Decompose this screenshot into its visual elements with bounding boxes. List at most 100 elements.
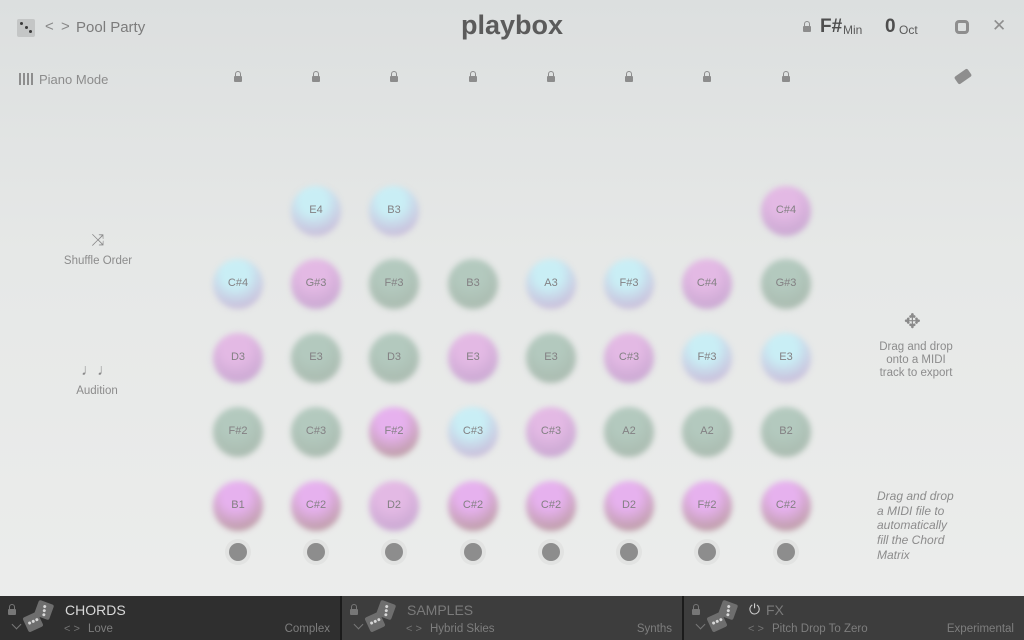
lock-icon[interactable] bbox=[692, 604, 700, 617]
key-lock-icon[interactable] bbox=[803, 21, 811, 34]
chord-note-label[interactable]: C#4 bbox=[677, 277, 737, 289]
app-logo: playbox bbox=[460, 10, 564, 40]
column-lock-icon[interactable] bbox=[625, 71, 633, 84]
chord-note-label[interactable]: F#3 bbox=[364, 277, 424, 289]
export-hint-line: onto a MIDI bbox=[886, 354, 946, 366]
chord-note-label[interactable]: F#3 bbox=[599, 277, 659, 289]
lock-icon[interactable] bbox=[350, 604, 358, 617]
fx-panel[interactable]: ⏻ FX < > Pitch Drop To Zero Experimental bbox=[684, 596, 1024, 640]
chord-note-label[interactable]: C#2 bbox=[286, 499, 346, 511]
shuffle-order-button[interactable]: ⤨ Shuffle Order bbox=[43, 232, 153, 267]
column-lock-icon[interactable] bbox=[703, 71, 711, 84]
chord-note-label[interactable]: C#3 bbox=[521, 425, 581, 437]
chord-note-label[interactable]: C#4 bbox=[756, 204, 816, 216]
chord-note-label[interactable]: B1 bbox=[208, 499, 268, 511]
chevron-down-icon[interactable] bbox=[11, 619, 22, 630]
import-hint-line: fill the Chord bbox=[877, 533, 945, 548]
music-notes-icon: ♩♩ bbox=[81, 362, 113, 379]
chord-note-label[interactable]: D3 bbox=[208, 351, 268, 363]
column-lock-icon[interactable] bbox=[390, 71, 398, 84]
chord-note-label[interactable]: A2 bbox=[599, 425, 659, 437]
key-note[interactable]: F# bbox=[820, 16, 842, 38]
chord-note-label[interactable]: C#3 bbox=[599, 351, 659, 363]
chord-note-label[interactable]: D3 bbox=[364, 351, 424, 363]
panel-category[interactable]: Synths bbox=[637, 623, 672, 635]
panel-title: SAMPLES bbox=[407, 602, 474, 618]
column-lock-icon[interactable] bbox=[469, 71, 477, 84]
import-hint-line: Drag and drop bbox=[877, 489, 954, 503]
bottom-module-bar: CHORDS < > Love Complex SAMPLES < > Hybr… bbox=[0, 596, 1024, 640]
midi-import-drop-hint[interactable]: Drag and drop a MIDI file to automatical… bbox=[877, 489, 977, 563]
chords-panel[interactable]: CHORDS < > Love Complex bbox=[0, 596, 342, 640]
panel-category[interactable]: Experimental bbox=[947, 623, 1014, 635]
shuffle-order-label: Shuffle Order bbox=[63, 255, 133, 267]
column-lock-icon[interactable] bbox=[547, 71, 555, 84]
column-play-button[interactable] bbox=[773, 539, 799, 565]
column-play-button[interactable] bbox=[538, 539, 564, 565]
chord-note-label[interactable]: C#3 bbox=[286, 425, 346, 437]
close-button[interactable]: ✕ bbox=[992, 16, 1006, 36]
chord-note-label[interactable]: D2 bbox=[599, 499, 659, 511]
chord-note-label[interactable]: E4 bbox=[286, 204, 346, 216]
column-play-button[interactable] bbox=[225, 539, 251, 565]
column-lock-icon[interactable] bbox=[782, 71, 790, 84]
chord-note-label[interactable]: F#3 bbox=[677, 351, 737, 363]
chord-note-label[interactable]: G#3 bbox=[286, 277, 346, 289]
column-lock-icon[interactable] bbox=[234, 71, 242, 84]
eraser-icon[interactable] bbox=[953, 68, 973, 85]
samples-panel[interactable]: SAMPLES < > Hybrid Skies Synths bbox=[342, 596, 684, 640]
octave-label: Oct bbox=[899, 23, 918, 37]
chord-note-label[interactable]: D2 bbox=[364, 499, 424, 511]
export-drag-hint[interactable]: Drag and drop onto a MIDI track to expor… bbox=[866, 341, 966, 380]
chord-note-label[interactable]: B3 bbox=[364, 204, 424, 216]
import-hint-line: a MIDI file to bbox=[877, 503, 945, 518]
chord-note-label[interactable]: F#2 bbox=[208, 425, 268, 437]
preset-nav-arrows[interactable]: < > bbox=[64, 623, 80, 635]
column-play-button[interactable] bbox=[303, 539, 329, 565]
preset-nav-arrows[interactable]: < > bbox=[748, 623, 764, 635]
audition-label: Audition bbox=[76, 385, 118, 397]
column-play-button[interactable] bbox=[460, 539, 486, 565]
chord-note-label[interactable]: A3 bbox=[521, 277, 581, 289]
column-play-button[interactable] bbox=[616, 539, 642, 565]
move-drag-icon[interactable]: ✥ bbox=[904, 309, 921, 334]
column-play-button[interactable] bbox=[694, 539, 720, 565]
export-hint-line: track to export bbox=[879, 367, 953, 379]
audition-button[interactable]: ♩♩ Audition bbox=[42, 362, 152, 397]
chord-note-label[interactable]: C#3 bbox=[443, 425, 503, 437]
preset-nav-arrows[interactable]: < > bbox=[406, 623, 422, 635]
chord-note-label[interactable]: E3 bbox=[756, 351, 816, 363]
piano-mode-toggle[interactable]: Piano Mode bbox=[39, 72, 108, 87]
chord-note-label[interactable]: G#3 bbox=[756, 277, 816, 289]
chord-note-label[interactable]: F#2 bbox=[677, 499, 737, 511]
chord-note-label[interactable]: B2 bbox=[756, 425, 816, 437]
panel-category[interactable]: Complex bbox=[285, 623, 330, 635]
export-hint-line: Drag and drop bbox=[879, 341, 953, 353]
chord-note-label[interactable]: A2 bbox=[677, 425, 737, 437]
power-icon[interactable]: ⏻ bbox=[749, 601, 760, 618]
column-play-button[interactable] bbox=[381, 539, 407, 565]
chord-note-label[interactable]: C#2 bbox=[521, 499, 581, 511]
chord-note-label[interactable]: E3 bbox=[443, 351, 503, 363]
panel-preset[interactable]: Pitch Drop To Zero bbox=[772, 623, 868, 635]
column-lock-icon[interactable] bbox=[312, 71, 320, 84]
lock-icon[interactable] bbox=[8, 604, 16, 617]
chord-note-label[interactable]: E3 bbox=[286, 351, 346, 363]
import-hint-line: Matrix bbox=[877, 547, 910, 562]
settings-gear-icon[interactable] bbox=[955, 20, 969, 34]
chevron-down-icon[interactable] bbox=[353, 619, 364, 630]
panel-preset[interactable]: Love bbox=[88, 623, 113, 635]
piano-icon[interactable] bbox=[19, 73, 33, 85]
octave-value[interactable]: 0 bbox=[885, 16, 896, 38]
key-mode[interactable]: Min bbox=[843, 23, 862, 37]
chord-note-label[interactable]: F#2 bbox=[364, 425, 424, 437]
chord-note-label[interactable]: C#2 bbox=[443, 499, 503, 511]
chord-note-label[interactable]: E3 bbox=[521, 351, 581, 363]
panel-preset[interactable]: Hybrid Skies bbox=[430, 623, 495, 635]
chord-note-label[interactable]: C#2 bbox=[756, 499, 816, 511]
chevron-down-icon[interactable] bbox=[695, 619, 706, 630]
import-hint-line: automatically bbox=[877, 518, 948, 533]
chord-note-label[interactable]: C#4 bbox=[208, 277, 268, 289]
chord-note-label[interactable]: B3 bbox=[443, 277, 503, 289]
panel-title: CHORDS bbox=[65, 602, 126, 618]
